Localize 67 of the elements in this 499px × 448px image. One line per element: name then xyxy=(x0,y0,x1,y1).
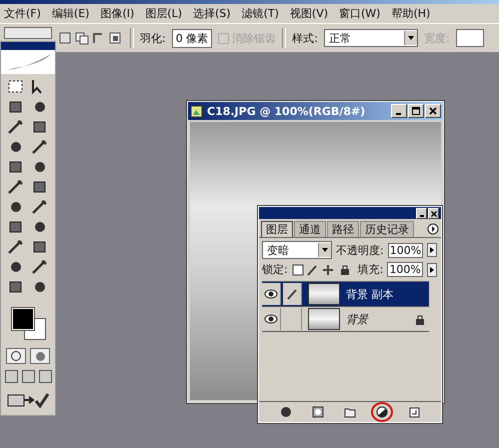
close-button[interactable] xyxy=(428,208,439,219)
panel-tab[interactable]: 路径 xyxy=(327,221,359,237)
feather-label: 羽化: xyxy=(140,30,166,46)
panel-menu-icon[interactable] xyxy=(427,223,439,235)
layer-name: 背景 副本 xyxy=(346,286,394,302)
panel-tab[interactable]: 图层 xyxy=(261,221,293,237)
menu-item[interactable]: 选择(S) xyxy=(193,6,231,21)
maximize-button[interactable] xyxy=(408,104,424,118)
palette-title-bar xyxy=(1,42,55,50)
blend-mode-dropdown[interactable]: 变暗 xyxy=(262,241,332,259)
style-label: 样式: xyxy=(292,30,318,46)
jump-to-imageready-icon[interactable] xyxy=(6,391,50,409)
fill-field[interactable]: 100% xyxy=(387,262,423,277)
menu-item[interactable]: 图像(I) xyxy=(100,6,134,21)
adjustment-layer-button[interactable] xyxy=(371,402,393,422)
caret-icon xyxy=(321,247,329,253)
panel-tab[interactable]: 历史记录 xyxy=(360,221,414,237)
layer-thumbnail xyxy=(308,283,340,305)
screen-mode-icon[interactable] xyxy=(38,370,52,383)
close-button[interactable] xyxy=(425,104,441,118)
eye-icon[interactable] xyxy=(264,289,278,299)
opacity-field[interactable]: 100% xyxy=(388,242,424,258)
folder-icon xyxy=(343,406,357,418)
close-icon xyxy=(430,210,436,216)
antialias-label: 消除锯齿 xyxy=(232,30,276,46)
quick-mask-icon[interactable] xyxy=(30,348,50,364)
layer-name: 背景 xyxy=(346,312,368,326)
caret-icon xyxy=(406,35,415,41)
circle-icon xyxy=(279,406,293,418)
minimize-button[interactable] xyxy=(391,104,407,118)
width-field[interactable] xyxy=(456,29,484,47)
menu-item[interactable]: 编辑(E) xyxy=(52,6,90,21)
menu-item[interactable]: 滤镜(T) xyxy=(242,6,279,21)
brush-icon xyxy=(286,288,298,300)
menu-item[interactable]: 文件(F) xyxy=(4,6,41,21)
fill-label: 填充: xyxy=(358,262,384,277)
screen-mode-icon[interactable] xyxy=(4,370,18,383)
mask-icon xyxy=(311,406,325,418)
menu-item[interactable]: 帮助(H) xyxy=(391,6,430,21)
layer-row[interactable]: 背景 xyxy=(262,307,429,332)
fill-slider-button[interactable] xyxy=(426,262,437,276)
close-icon xyxy=(429,107,437,115)
lock-label: 锁定: xyxy=(262,262,288,277)
opacity-slider-button[interactable] xyxy=(427,243,438,257)
document-icon xyxy=(190,104,203,118)
maximize-icon xyxy=(412,107,420,115)
document-title: C18.JPG @ 100%(RGB/8#) xyxy=(207,104,366,118)
width-label: 宽度: xyxy=(424,30,450,46)
panel-tab[interactable]: 通道 xyxy=(294,221,326,237)
style-dropdown[interactable]: 正常 xyxy=(324,29,418,47)
layer-thumbnail xyxy=(308,308,340,330)
page-icon xyxy=(407,406,421,418)
eye-icon[interactable] xyxy=(264,314,278,324)
tool-preset-picker[interactable] xyxy=(4,27,52,39)
standard-mode-icon[interactable] xyxy=(6,348,26,364)
feather-field[interactable]: 0 像素 xyxy=(172,28,212,48)
layer-row[interactable]: 背景 副本 xyxy=(262,282,429,307)
lock-options-icons[interactable] xyxy=(292,264,350,276)
triangle-right-icon xyxy=(428,266,435,274)
opacity-label: 不透明度: xyxy=(336,242,384,258)
menu-item[interactable]: 视图(V) xyxy=(290,6,328,21)
triangle-right-icon xyxy=(429,246,436,254)
half-circle-icon xyxy=(375,406,389,418)
menu-item[interactable]: 图层(L) xyxy=(145,6,182,21)
menu-item[interactable]: 窗口(W) xyxy=(339,6,380,21)
minimize-button[interactable] xyxy=(416,208,427,219)
screen-mode-icon[interactable] xyxy=(22,370,34,383)
